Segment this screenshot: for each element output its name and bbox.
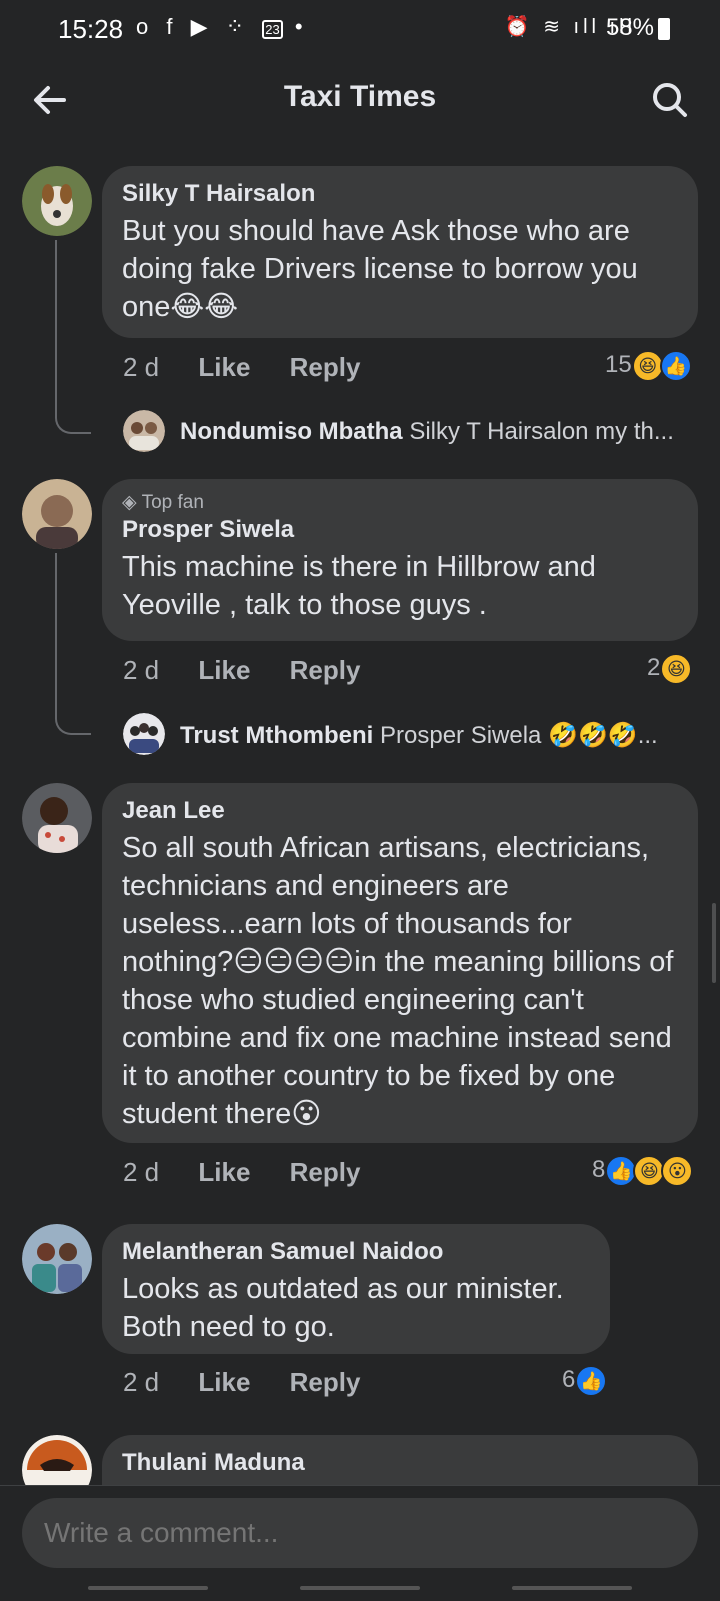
opera-icon: o xyxy=(136,14,155,39)
reply-avatar[interactable] xyxy=(123,713,165,755)
comment-actions: 2 d Like Reply xyxy=(123,655,392,686)
like-reaction-icon: 👍 xyxy=(575,1365,608,1397)
reply-text: Silky T Hairsalon my th... xyxy=(409,418,674,445)
reply-preview[interactable]: Nondumiso Mbatha Silky T Hairsalon my th… xyxy=(180,418,674,446)
diamond-icon: ◈ xyxy=(122,492,142,513)
comment-time: 2 d xyxy=(123,1367,160,1397)
reply-button[interactable]: Reply xyxy=(290,1367,361,1397)
avatar[interactable] xyxy=(22,783,92,853)
nav-home-button[interactable] xyxy=(300,1586,420,1590)
reply-button[interactable]: Reply xyxy=(290,655,361,685)
status-time: 15:28 xyxy=(58,14,124,44)
battery-icon xyxy=(658,18,670,40)
reaction-count: 6 xyxy=(562,1366,576,1394)
reply-preview[interactable]: Trust Mthombeni Prosper Siwela 🤣🤣🤣... xyxy=(180,721,658,750)
comment-input[interactable] xyxy=(22,1498,698,1568)
like-reaction-icon: 👍 xyxy=(659,350,692,382)
comment-text: But you should have Ask those who are do… xyxy=(122,215,638,323)
reply-author[interactable]: Trust Mthombeni xyxy=(180,722,373,749)
reaction-summary[interactable]: 6 👍 xyxy=(562,1365,608,1397)
comment-text: This machine is there in Hillbrow and Ye… xyxy=(122,551,596,621)
reaction-summary[interactable]: 8 👍 😆 😮 xyxy=(592,1155,694,1187)
nav-recents-button[interactable] xyxy=(88,1586,208,1590)
reply-author[interactable]: Nondumiso Mbatha xyxy=(180,418,403,445)
thread-line xyxy=(55,240,91,434)
reaction-summary[interactable]: 2 😆 xyxy=(647,653,693,685)
top-bar: Taxi Times xyxy=(0,56,720,146)
battery-level: 58% xyxy=(605,14,654,41)
top-fan-badge: ◈ Top fan xyxy=(122,491,678,514)
wow-reaction-icon: 😮 xyxy=(661,1155,694,1187)
comment-bubble[interactable]: Silky T Hairsalon But you should have As… xyxy=(102,166,698,338)
nav-back-button[interactable] xyxy=(512,1586,632,1590)
comment-author[interactable]: Thulani Maduna xyxy=(122,1449,678,1477)
comment-author[interactable]: Prosper Siwela xyxy=(122,516,678,544)
comment-author[interactable]: Jean Lee xyxy=(122,797,678,825)
comment-actions: 2 d Like Reply xyxy=(123,1367,392,1398)
reply-avatar[interactable] xyxy=(123,410,165,452)
reaction-count: 8 xyxy=(592,1156,606,1184)
comment-text: Looks as outdated as our minister. Both … xyxy=(122,1273,564,1343)
reply-button[interactable]: Reply xyxy=(290,352,361,382)
badge-label: Top fan xyxy=(141,492,204,513)
dot-icon: • xyxy=(294,14,309,39)
comment-time: 2 d xyxy=(123,655,160,685)
comment-actions: 2 d Like Reply xyxy=(123,1157,392,1188)
scrollbar[interactable] xyxy=(712,903,716,983)
comment-author[interactable]: Silky T Hairsalon xyxy=(122,180,678,208)
comment-text: So all south African artisans, electrici… xyxy=(122,832,674,1130)
comment-bubble[interactable]: Melantheran Samuel Naidoo Looks as outda… xyxy=(102,1224,610,1354)
reply-button[interactable]: Reply xyxy=(290,1157,361,1187)
like-button[interactable]: Like xyxy=(198,1367,250,1397)
avatar[interactable] xyxy=(22,1224,92,1294)
avatar[interactable] xyxy=(22,479,92,549)
page-title: Taxi Times xyxy=(283,80,437,113)
reaction-summary[interactable]: 15 😆 👍 xyxy=(605,350,692,382)
notification-icons: o f ▶ ⁘ 23 • xyxy=(136,14,309,40)
comment-time: 2 d xyxy=(123,1157,160,1187)
apps-icon: ⁘ xyxy=(225,14,251,39)
comment-time: 2 d xyxy=(123,352,160,382)
thread-line xyxy=(55,553,91,735)
like-button[interactable]: Like xyxy=(198,352,250,382)
youtube-icon: ▶ xyxy=(190,14,214,39)
like-button[interactable]: Like xyxy=(198,655,250,685)
comment-bubble[interactable]: ◈ Top fan Prosper Siwela This machine is… xyxy=(102,479,698,641)
like-button[interactable]: Like xyxy=(198,1157,250,1187)
reply-text: Prosper Siwela 🤣🤣🤣... xyxy=(380,722,658,749)
search-icon[interactable] xyxy=(648,78,692,122)
haha-reaction-icon: 😆 xyxy=(631,350,664,382)
status-bar: 15:28 o f ▶ ⁘ 23 • ⏰ ≋ ıll ıll 58% xyxy=(0,0,720,56)
avatar[interactable] xyxy=(22,166,92,236)
comment-author[interactable]: Melantheran Samuel Naidoo xyxy=(122,1238,590,1266)
reaction-count: 15 xyxy=(605,351,632,379)
facebook-icon: f xyxy=(166,14,179,39)
comment-bubble[interactable]: Jean Lee So all south African artisans, … xyxy=(102,783,698,1143)
reaction-count: 2 xyxy=(647,654,661,682)
system-nav-bar xyxy=(0,1580,720,1600)
haha-reaction-icon: 😆 xyxy=(660,653,693,685)
comment-actions: 2 d Like Reply xyxy=(123,352,392,383)
calendar-icon: 23 xyxy=(262,20,283,39)
